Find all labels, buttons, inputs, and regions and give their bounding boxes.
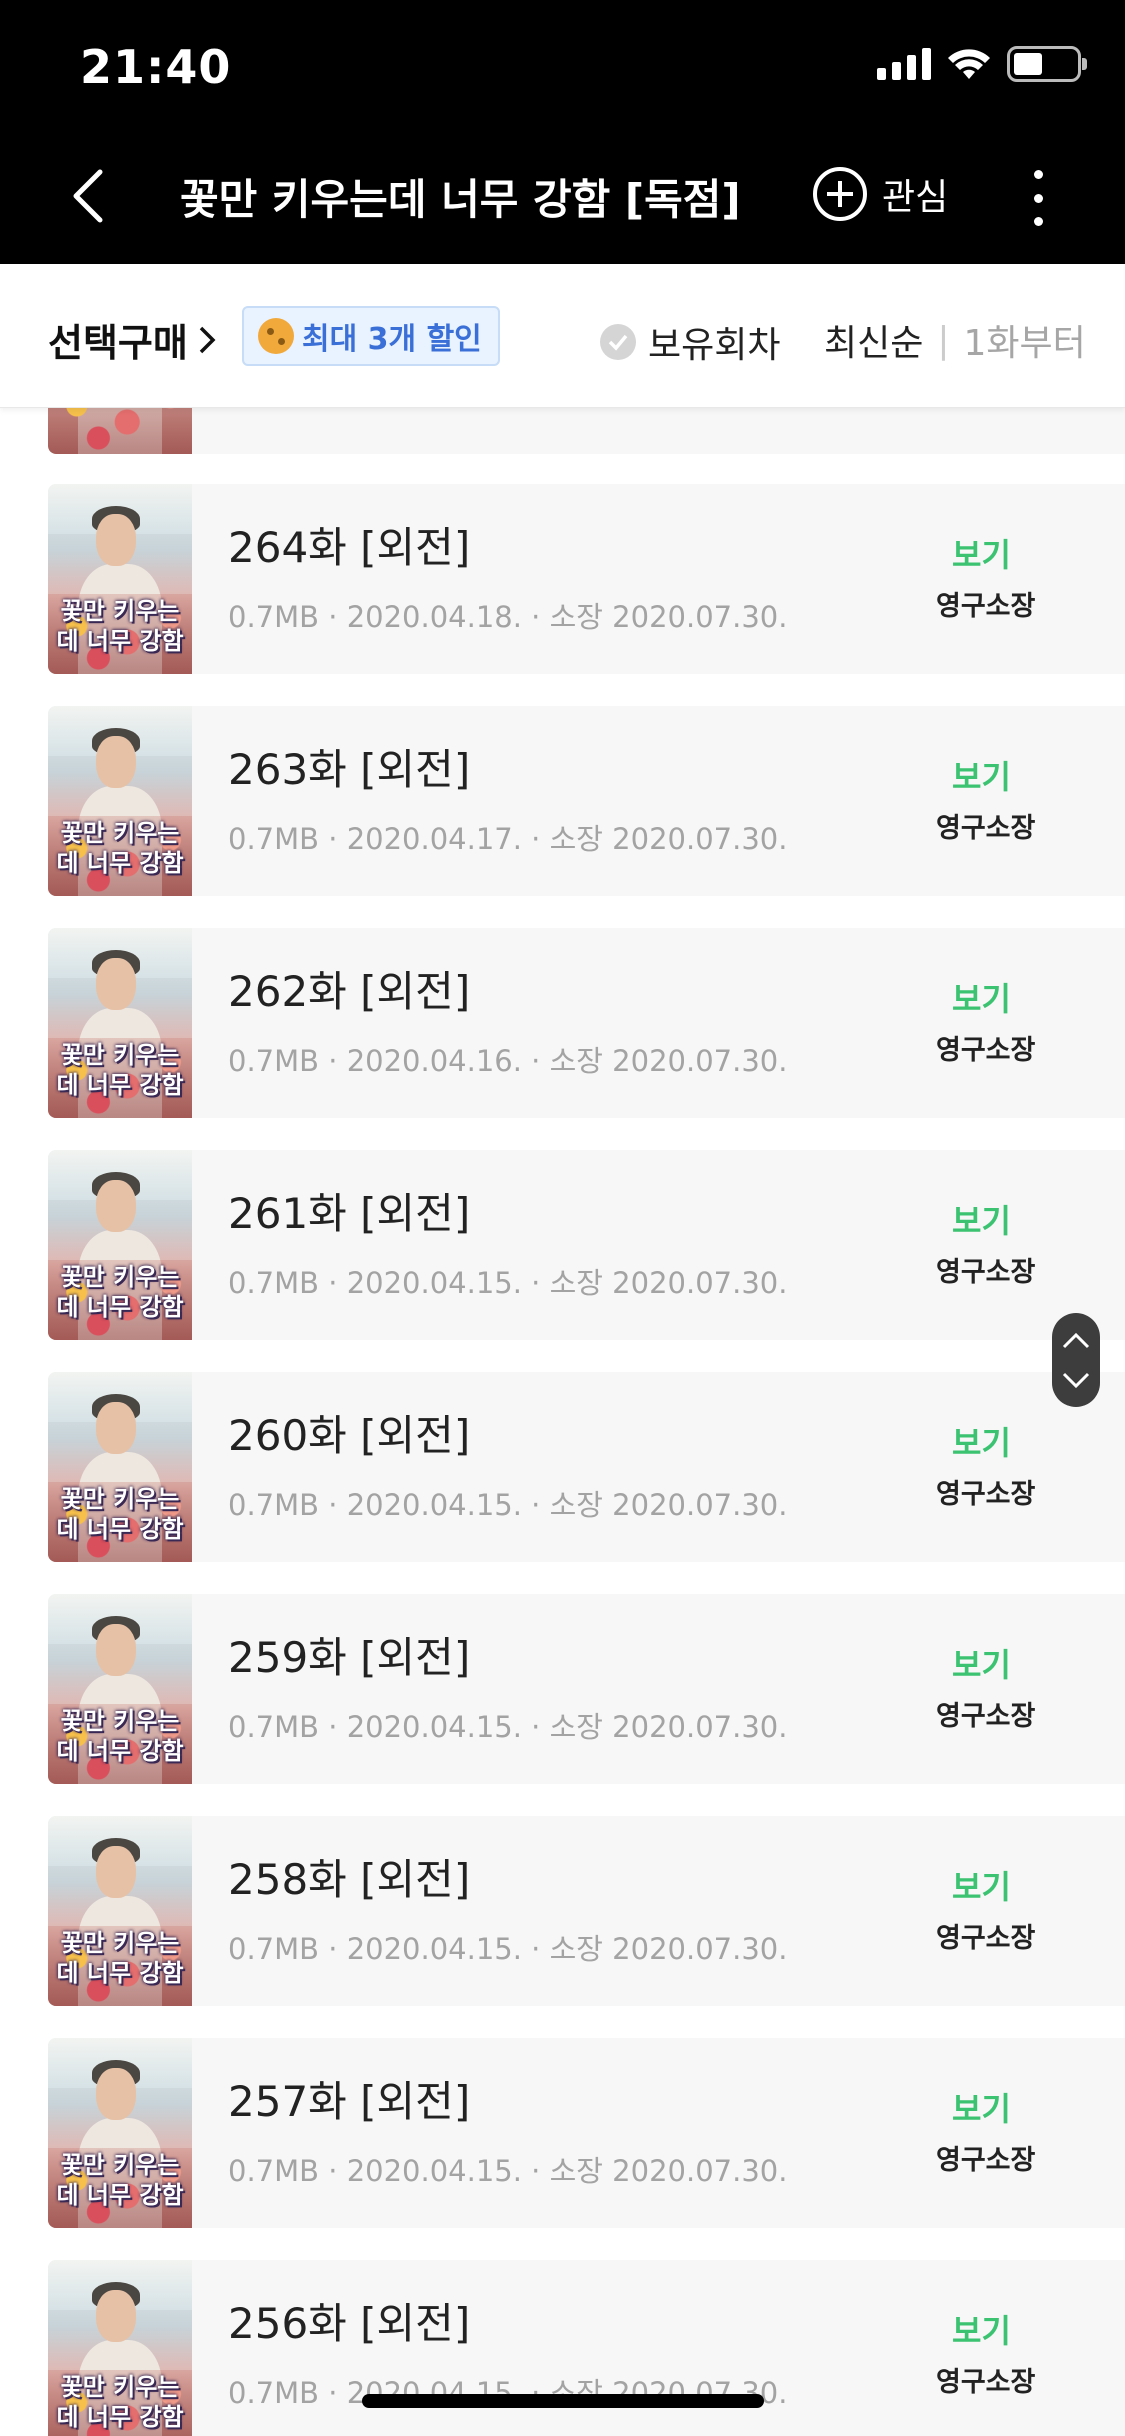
- view-button[interactable]: 보기: [952, 1196, 1011, 1242]
- sort-divider: |: [937, 319, 950, 361]
- ownership-label: 영구소장: [936, 591, 1036, 622]
- page-title: 꽃만 키우는데 너무 강함 [독점]: [180, 175, 741, 224]
- episode-thumbnail: 꽃만 키우는데 너무 강함: [48, 2038, 192, 2228]
- episode-list[interactable]: 꽃만 키우는데 너무 강함 264화 [외전] 0.7MB · 2020.04.18…: [0, 384, 1125, 2436]
- cookie-icon: [258, 318, 294, 354]
- episode-row[interactable]: 꽃만 키우는데 너무 강함 262화 [외전] 0.7MB · 2020.04.16…: [48, 928, 1125, 1118]
- episode-meta: 0.7MB · 2020.04.16. · 소장 2020.07.30.: [228, 1044, 788, 1078]
- episode-row[interactable]: 꽃만 키우는데 너무 강함 263화 [외전] 0.7MB · 2020.04.17…: [48, 706, 1125, 896]
- episode-title: 257화 [외전]: [228, 2077, 471, 2126]
- episode-meta: 0.7MB · 2020.04.17. · 소장 2020.07.30.: [228, 822, 788, 856]
- ownership-label: 영구소장: [936, 813, 1036, 844]
- episode-meta: 0.7MB · 2020.04.15. · 소장 2020.07.30.: [228, 2154, 788, 2188]
- thumbnail-logo-text: 꽃만 키우는데 너무 강함: [56, 1041, 184, 1099]
- episode-title: 263화 [외전]: [228, 745, 471, 794]
- thumbnail-logo-text: 꽃만 키우는데 너무 강함: [56, 1929, 184, 1987]
- more-menu-button[interactable]: [1020, 170, 1056, 226]
- view-button[interactable]: 보기: [952, 752, 1011, 798]
- chevron-right-icon: [199, 326, 216, 353]
- episode-thumbnail: 꽃만 키우는데 너무 강함: [48, 928, 192, 1118]
- episode-meta: 0.7MB · 2020.04.18. · 소장 2020.07.30.: [228, 600, 788, 634]
- view-button[interactable]: 보기: [952, 1418, 1011, 1464]
- episode-title: 262화 [외전]: [228, 967, 471, 1016]
- ownership-label: 영구소장: [936, 1035, 1036, 1066]
- episode-row[interactable]: 꽃만 키우는데 너무 강함 259화 [외전] 0.7MB · 2020.04.15…: [48, 1594, 1125, 1784]
- episode-row[interactable]: 꽃만 키우는데 너무 강함 264화 [외전] 0.7MB · 2020.04.18…: [48, 484, 1125, 674]
- chevron-down-icon[interactable]: [1061, 1371, 1091, 1389]
- episode-meta: 0.7MB · 2020.04.15. · 소장 2020.07.30.: [228, 1710, 788, 1744]
- ownership-label: 영구소장: [936, 1479, 1036, 1510]
- select-buy-label: 선택구매: [48, 321, 188, 365]
- episode-title: 258화 [외전]: [228, 1855, 471, 1904]
- chevron-left-icon: [73, 169, 103, 223]
- sort-latest-button[interactable]: 최신순: [824, 314, 923, 366]
- sort-options: 최신순 | 1화부터: [824, 314, 1086, 366]
- episode-row[interactable]: 꽃만 키우는데 너무 강함 258화 [외전] 0.7MB · 2020.04.15…: [48, 1816, 1125, 2006]
- home-indicator: [362, 2394, 764, 2408]
- favorite-button[interactable]: 관심: [812, 166, 948, 222]
- ownership-label: 영구소장: [936, 1923, 1036, 1954]
- episode-meta: 0.7MB · 2020.04.15. · 소장 2020.07.30.: [228, 1932, 788, 1966]
- episode-title: 261화 [외전]: [228, 1189, 471, 1238]
- cellular-signal-icon: [877, 48, 931, 80]
- episode-thumbnail: 꽃만 키우는데 너무 강함: [48, 1150, 192, 1340]
- sort-first-button[interactable]: 1화부터: [964, 314, 1086, 366]
- episode-title: 264화 [외전]: [228, 523, 471, 572]
- add-circle-icon: [813, 167, 867, 221]
- episode-meta: 0.7MB · 2020.04.15. · 소장 2020.07.30.: [228, 1488, 788, 1522]
- episode-row[interactable]: 꽃만 키우는데 너무 강함 261화 [외전] 0.7MB · 2020.04.15…: [48, 1150, 1125, 1340]
- favorite-label: 관심: [882, 177, 949, 218]
- thumbnail-logo-text: 꽃만 키우는데 너무 강함: [56, 2151, 184, 2209]
- thumbnail-logo-text: 꽃만 키우는데 너무 강함: [56, 1485, 184, 1543]
- discount-badge[interactable]: 최대 3개 할인: [242, 306, 500, 366]
- status-time: 21:40: [80, 40, 232, 94]
- episode-meta: 0.7MB · 2020.04.15. · 소장 2020.07.30.: [228, 1266, 788, 1300]
- thumbnail-logo-text: 꽃만 키우는데 너무 강함: [56, 819, 184, 877]
- episode-thumbnail: 꽃만 키우는데 너무 강함: [48, 1594, 192, 1784]
- episode-thumbnail: 꽃만 키우는데 너무 강함: [48, 1372, 192, 1562]
- episode-row[interactable]: 꽃만 키우는데 너무 강함 257화 [외전] 0.7MB · 2020.04.15…: [48, 2038, 1125, 2228]
- ownership-label: 영구소장: [936, 2367, 1036, 2398]
- episode-row[interactable]: 꽃만 키우는데 너무 강함 260화 [외전] 0.7MB · 2020.04.15…: [48, 1372, 1125, 1562]
- view-button[interactable]: 보기: [952, 2084, 1011, 2130]
- view-button[interactable]: 보기: [952, 1862, 1011, 1908]
- thumbnail-logo-text: 꽃만 키우는데 너무 강함: [56, 1707, 184, 1765]
- episode-title: 260화 [외전]: [228, 1411, 471, 1460]
- view-button[interactable]: 보기: [952, 1640, 1011, 1686]
- episode-row[interactable]: 꽃만 키우는데 너무 강함 256화 [외전] 0.7MB · 2020.04.15…: [48, 2260, 1125, 2436]
- discount-label: 최대 3개 할인: [302, 322, 482, 357]
- thumbnail-logo-text: 꽃만 키우는데 너무 강함: [56, 2373, 184, 2431]
- thumbnail-logo-text: 꽃만 키우는데 너무 강함: [56, 597, 184, 655]
- check-circle-icon: [600, 324, 636, 360]
- scroll-jump-control[interactable]: [1052, 1313, 1100, 1407]
- filter-bar: 선택구매 최대 3개 할인 보유회차 최신순 | 1화부터: [0, 264, 1125, 408]
- wifi-icon: [948, 49, 990, 79]
- view-button[interactable]: 보기: [952, 2306, 1011, 2352]
- back-button[interactable]: [60, 160, 116, 232]
- chevron-up-icon[interactable]: [1061, 1332, 1091, 1350]
- thumbnail-logo-text: 꽃만 키우는데 너무 강함: [56, 1263, 184, 1321]
- owned-episodes-toggle[interactable]: 보유회차: [600, 316, 780, 368]
- ownership-label: 영구소장: [936, 1257, 1036, 1288]
- episode-thumbnail: 꽃만 키우는데 너무 강함: [48, 1816, 192, 2006]
- episode-title: 259화 [외전]: [228, 1633, 471, 1682]
- status-indicators: [877, 46, 1087, 82]
- ownership-label: 영구소장: [936, 2145, 1036, 2176]
- episode-thumbnail: 꽃만 키우는데 너무 강함: [48, 484, 192, 674]
- app-header: 21:40 꽃만 키우는데 너무 강함 [독점] 관심: [0, 0, 1125, 264]
- owned-label: 보유회차: [648, 325, 781, 366]
- episode-title: 256화 [외전]: [228, 2299, 471, 2348]
- select-buy-button[interactable]: 선택구매: [48, 312, 216, 367]
- battery-icon: [1007, 46, 1087, 82]
- view-button[interactable]: 보기: [952, 530, 1011, 576]
- episode-thumbnail: 꽃만 키우는데 너무 강함: [48, 2260, 192, 2436]
- view-button[interactable]: 보기: [952, 974, 1011, 1020]
- ownership-label: 영구소장: [936, 1701, 1036, 1732]
- episode-thumbnail: 꽃만 키우는데 너무 강함: [48, 706, 192, 896]
